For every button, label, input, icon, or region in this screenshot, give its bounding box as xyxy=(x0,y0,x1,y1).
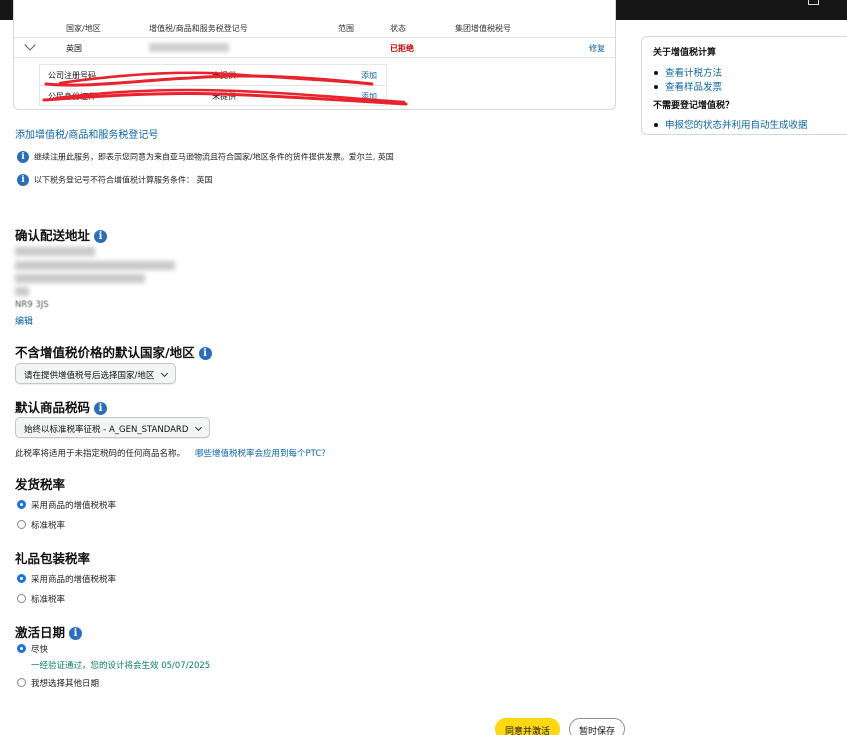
list-item: 查看计税方法 xyxy=(654,65,722,79)
helper-text: 此税率将适用于未指定税码的任何商品名称。 xyxy=(15,449,186,459)
radio-option[interactable]: 标准税率 xyxy=(17,593,65,605)
document-value: 未提供 xyxy=(212,71,236,80)
no-vat-title: 不需要登记增值税？ xyxy=(653,101,735,111)
default-tax-code-dropdown[interactable]: 始终以标准税率征税 - A_GEN_STANDARD xyxy=(15,417,211,438)
redacted-address-line xyxy=(15,274,145,283)
tax-code-helper: 此税率将适用于未指定税码的任何商品名称。 哪些增值税税率会应用到每个PTC？ xyxy=(15,447,330,459)
main-content: 国家/地区 增值税/商品和服务税登记号 范围 状态 集团增值税税号 英国 已拒绝… xyxy=(0,0,640,735)
shipping-tax-rate-title: 发货税率 xyxy=(15,477,66,492)
vat-registration-table: 国家/地区 增值税/商品和服务税登记号 范围 状态 集团增值税税号 英国 已拒绝… xyxy=(13,0,616,110)
activation-date-title: 激活日期 i xyxy=(15,622,83,641)
section-title-text: 激活日期 xyxy=(15,625,66,640)
chevron-down-icon xyxy=(195,423,203,432)
radio-option[interactable]: 采用商品的增值税税率 xyxy=(17,573,116,585)
redacted-vat-number xyxy=(149,43,229,52)
info-icon[interactable]: i xyxy=(94,230,108,243)
section-title-text: 不含增值税价格的默认国家/地区 xyxy=(15,345,195,360)
list-item: 公司注册号码 未提供 添加 xyxy=(40,65,388,85)
document-label: 公民身份证件 xyxy=(48,92,96,101)
list-item: 申报您的状态并利用自动生成收据 xyxy=(654,117,808,131)
info-icon: i xyxy=(17,151,29,163)
missing-documents-box: 公司注册号码 未提供 添加 公民身份证件 未提供 添加 xyxy=(39,64,388,106)
list-item: 查看样品发票 xyxy=(654,79,722,93)
document-value: 未提供 xyxy=(212,92,236,101)
header-vat-number: 增值税/商品和服务税登记号 xyxy=(149,24,248,33)
redacted-address-line xyxy=(15,261,175,270)
info-message: i 继续注册此服务，即表示您同意为来自亚马逊物流且符合国家/地区条件的货件提供发票… xyxy=(17,151,394,163)
chevron-down-icon xyxy=(161,369,169,378)
list-item: 公民身份证件 未提供 添加 xyxy=(40,85,388,105)
add-document-link[interactable]: 添加 xyxy=(361,70,377,81)
radio-selected[interactable] xyxy=(17,644,26,653)
info-icon[interactable]: i xyxy=(94,402,108,415)
radio-unselected[interactable] xyxy=(17,678,26,687)
radio-option[interactable]: 标准税率 xyxy=(17,519,65,531)
restore-window-icon[interactable] xyxy=(808,0,819,5)
redacted-address-line xyxy=(15,287,29,296)
declare-status-link[interactable]: 申报您的状态并利用自动生成收据 xyxy=(665,120,808,131)
header-group-vat: 集团增值税税号 xyxy=(455,24,511,33)
fix-link[interactable]: 修复 xyxy=(589,43,605,54)
add-vat-number-link[interactable]: 添加增值税/商品和服务税登记号 xyxy=(15,126,158,141)
dropdown-value: 请在提供增值税号后选择国家/地区 xyxy=(24,371,155,381)
default-country-dropdown[interactable]: 请在提供增值税号后选择国家/地区 xyxy=(15,363,177,384)
radio-option[interactable]: 采用商品的增值税税率 xyxy=(17,499,116,511)
radio-label: 尽快 xyxy=(31,645,49,655)
chevron-down-icon[interactable] xyxy=(24,39,36,51)
view-sample-invoice-link[interactable]: 查看样品发票 xyxy=(665,82,722,93)
info-icon[interactable]: i xyxy=(69,627,83,640)
radio-option[interactable]: 尽快 xyxy=(17,643,48,655)
info-text: 以下税务登记号不符合增值税计算服务条件： 英国 xyxy=(34,175,213,185)
ptc-rates-link[interactable]: 哪些增值税税率会应用到每个PTC？ xyxy=(195,449,330,459)
save-for-now-button[interactable]: 暂时保存 xyxy=(569,718,626,735)
about-vat-title: 关于增值税计算 xyxy=(653,48,717,58)
info-icon: i xyxy=(17,174,29,186)
section-title-text: 确认配送地址 xyxy=(15,228,91,243)
radio-unselected[interactable] xyxy=(17,594,26,603)
radio-label: 采用商品的增值税税率 xyxy=(31,501,117,511)
section-title-text: 默认商品税码 xyxy=(15,400,91,415)
redacted-address-line xyxy=(15,247,95,256)
document-label: 公司注册号码 xyxy=(48,71,96,80)
address-postcode: NR9 3JS xyxy=(15,300,49,310)
header-country: 国家/地区 xyxy=(66,24,101,33)
radio-label: 标准税率 xyxy=(31,595,66,605)
status-badge: 已拒绝 xyxy=(390,44,414,53)
info-text: 继续注册此服务，即表示您同意为来自亚马逊物流且符合国家/地区条件的货件提供发票。… xyxy=(34,152,394,162)
radio-unselected[interactable] xyxy=(17,520,26,529)
radio-selected[interactable] xyxy=(17,500,26,509)
radio-label: 采用商品的增值税税率 xyxy=(31,575,117,585)
shipping-address-title: 确认配送地址 i xyxy=(15,225,108,244)
header-scope: 范围 xyxy=(338,24,354,33)
radio-selected[interactable] xyxy=(17,574,26,583)
default-tax-code-title: 默认商品税码 i xyxy=(15,397,108,416)
agree-and-activate-button[interactable]: 同意并激活 xyxy=(495,718,561,735)
row-country: 英国 xyxy=(66,44,82,53)
edit-address-link[interactable]: 编辑 xyxy=(15,314,33,327)
table-header: 国家/地区 增值税/商品和服务税登记号 范围 状态 集团增值税税号 xyxy=(14,20,615,38)
info-icon[interactable]: i xyxy=(198,347,212,360)
radio-label: 我想选择其他日期 xyxy=(31,679,100,689)
gift-wrap-tax-rate-title: 礼品包装税率 xyxy=(15,551,91,566)
table-row: 英国 已拒绝 修复 xyxy=(14,38,615,58)
header-status: 状态 xyxy=(390,24,406,33)
radio-option[interactable]: 我想选择其他日期 xyxy=(17,677,99,689)
dropdown-value: 始终以标准税率征税 - A_GEN_STANDARD xyxy=(24,425,189,435)
info-message: i 以下税务登记号不符合增值税计算服务条件： 英国 xyxy=(17,174,213,186)
add-document-link[interactable]: 添加 xyxy=(361,91,377,102)
view-tax-method-link[interactable]: 查看计税方法 xyxy=(665,68,722,79)
activation-note: 一经验证通过，您的设计将会生效 05/07/2025 xyxy=(31,661,211,671)
radio-label: 标准税率 xyxy=(31,521,66,531)
default-country-title: 不含增值税价格的默认国家/地区 i xyxy=(15,342,212,361)
vat-info-side-panel: 关于增值税计算 查看计税方法 查看样品发票 不需要登记增值税？ 申报您的状态并利… xyxy=(641,36,847,135)
